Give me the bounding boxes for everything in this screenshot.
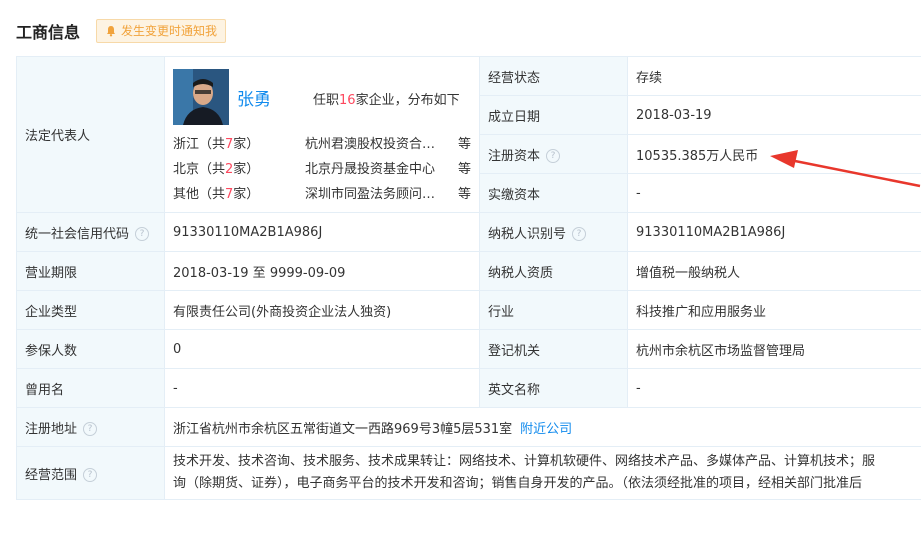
company-link[interactable]: 杭州君澳股权投资合伙企业 (305, 133, 445, 157)
credit-code-label-cell: 统一社会信用代码? (16, 212, 165, 252)
taxpayer-qual-value: 增值税一般纳税人 (627, 251, 921, 291)
section-header: 工商信息 发生变更时通知我 (16, 16, 227, 46)
stats-suffix: 家企业，分布如下 (355, 93, 460, 108)
help-icon[interactable]: ? (83, 468, 98, 482)
taxpayer-id-label-cell: 纳税人识别号? (479, 212, 628, 252)
scope-value: 技术开发、技术咨询、技术服务、技术成果转让：网络技术、计算机软硬件、网络技术产品… (164, 446, 921, 500)
registered-capital-label-cell: 注册资本? (479, 134, 628, 174)
help-icon[interactable]: ? (546, 149, 561, 163)
legal-rep-cell: 张勇 任职16家企业，分布如下 浙江（共7家） 杭州君澳股权投资合伙企业 等 北… (164, 56, 480, 213)
distribution-row: 浙江（共7家） 杭州君澳股权投资合伙企业 等 (173, 133, 471, 157)
address-label: 注册地址 (25, 421, 78, 437)
legal-rep-stats: 任职16家企业，分布如下 (313, 89, 460, 108)
red-arrow-annotation (770, 150, 921, 188)
company-link[interactable]: 深圳市同盈法务顾问有限公司 (305, 183, 445, 207)
founded-label: 成立日期 (479, 95, 628, 135)
company-link[interactable]: 北京丹晟投资基金中心 (305, 158, 445, 182)
insured-count-value: 0 (164, 329, 480, 369)
taxpayer-id-value: 91330110MA2B1A986J (627, 212, 921, 252)
credit-code-value: 91330110MA2B1A986J (164, 212, 480, 252)
scope-label: 经营范围 (25, 467, 78, 483)
insured-count-label: 参保人数 (16, 329, 165, 369)
term-label: 营业期限 (16, 251, 165, 291)
distribution-row: 其他（共7家） 深圳市同盈法务顾问有限公司 等 (173, 183, 471, 207)
paid-capital-label: 实缴资本 (479, 173, 628, 213)
region: 浙江（共7家） (173, 137, 260, 152)
help-icon[interactable]: ? (135, 227, 150, 241)
business-info-table: 法定代表人 张勇 任职16家企业，分布如下 浙江（共7家） 杭州君澳股权投资合伙… (16, 56, 921, 500)
address-label-cell: 注册地址? (16, 407, 165, 447)
taxpayer-id-label: 纳税人识别号 (488, 226, 567, 242)
bell-icon (107, 26, 116, 37)
region: 北京（共2家） (173, 162, 260, 177)
person-avatar-icon (173, 69, 229, 125)
distribution-row: 北京（共2家） 北京丹晟投资基金中心 等 (173, 158, 471, 182)
address-value: 浙江省杭州市余杭区五常街道文一西路969号3幢5层531室 (173, 421, 513, 437)
status-label: 经营状态 (479, 56, 628, 96)
company-type-label: 企业类型 (16, 290, 165, 330)
english-name-value: - (627, 368, 921, 408)
registry-label: 登记机关 (479, 329, 628, 369)
scope-line-2: 询（除期货、证券），电子商务平台的技术开发和咨询；销售自身开发的产品。（依法须经… (173, 476, 863, 491)
registry-value: 杭州市余杭区市场监督管理局 (627, 329, 921, 369)
help-icon[interactable]: ? (572, 227, 587, 241)
credit-code-label: 统一社会信用代码 (25, 226, 130, 242)
term-value: 2018-03-19 至 9999-09-09 (164, 251, 480, 291)
section-title: 工商信息 (16, 23, 81, 42)
company-type-value: 有限责任公司(外商投资企业法人独资) (164, 290, 480, 330)
scope-label-cell: 经营范围? (16, 446, 165, 500)
english-name-label: 英文名称 (479, 368, 628, 408)
stats-count[interactable]: 16 (339, 93, 356, 108)
etc-link[interactable]: 等 (458, 133, 471, 157)
address-cell: 浙江省杭州市余杭区五常街道文一西路969号3幢5层531室 附近公司 (164, 407, 921, 447)
etc-link[interactable]: 等 (458, 158, 471, 182)
help-icon[interactable]: ? (83, 422, 98, 436)
stats-prefix: 任职 (313, 93, 340, 108)
region: 其他（共7家） (173, 187, 260, 202)
taxpayer-qual-label: 纳税人资质 (479, 251, 628, 291)
industry-label: 行业 (479, 290, 628, 330)
status-value: 存续 (627, 56, 921, 96)
industry-value: 科技推广和应用服务业 (627, 290, 921, 330)
former-name-label: 曾用名 (16, 368, 165, 408)
scope-line-1: 技术开发、技术咨询、技术服务、技术成果转让：网络技术、计算机软硬件、网络技术产品… (173, 454, 876, 469)
legal-rep-name-link[interactable]: 张勇 (237, 85, 271, 110)
founded-value: 2018-03-19 (627, 95, 921, 135)
registered-capital-label: 注册资本 (488, 148, 541, 164)
etc-link[interactable]: 等 (458, 183, 471, 207)
former-name-value: - (164, 368, 480, 408)
avatar[interactable] (173, 69, 229, 125)
legal-rep-label: 法定代表人 (16, 56, 165, 213)
nearby-companies-link[interactable]: 附近公司 (520, 422, 572, 437)
notify-label: 发生变更时通知我 (121, 24, 218, 38)
notify-change-button[interactable]: 发生变更时通知我 (96, 19, 227, 43)
